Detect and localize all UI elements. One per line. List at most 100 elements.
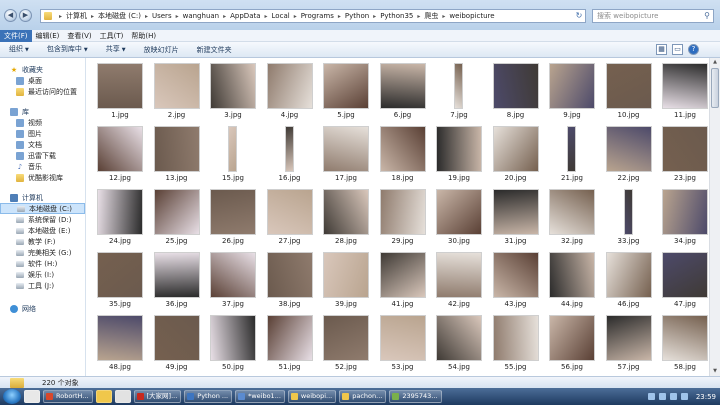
menu-help[interactable]: 帮助(H) (127, 30, 160, 42)
file-tile[interactable]: 1.jpg (91, 58, 149, 120)
organize-button[interactable]: 组织 ▼ (0, 41, 38, 58)
file-tile[interactable]: 28.jpg (317, 184, 375, 246)
nav-item-documents[interactable]: 文档 (0, 139, 85, 150)
taskbar-item[interactable]: *weibo1... (235, 390, 285, 403)
file-tile[interactable]: 48.jpg (91, 310, 149, 372)
file-tile[interactable]: 19.jpg (430, 121, 488, 183)
explorer-icon[interactable] (95, 390, 112, 403)
file-tile[interactable]: 5.jpg (317, 58, 375, 120)
file-tile[interactable]: 44.jpg (543, 247, 601, 309)
new-folder-button[interactable]: 新建文件夹 (188, 42, 241, 58)
help-icon[interactable]: ? (688, 44, 699, 55)
nav-network[interactable]: 网络 (0, 303, 85, 314)
file-tile[interactable]: 11.jpg (656, 58, 709, 120)
start-button[interactable] (3, 389, 21, 404)
taskbar-item[interactable]: 2395743... (389, 390, 442, 403)
file-tile[interactable]: 43.jpg (487, 247, 545, 309)
file-tile[interactable]: 39.jpg (317, 247, 375, 309)
file-tile[interactable]: 37.jpg (204, 247, 262, 309)
preview-pane-icon[interactable]: ▭ (672, 44, 683, 55)
file-tile[interactable]: 6.jpg (374, 58, 432, 120)
file-tile[interactable]: 58.jpg (656, 310, 709, 372)
nav-item-recent[interactable]: 最近访问的位置 (0, 86, 85, 97)
menu-tools[interactable]: 工具(T) (96, 30, 128, 42)
file-tile[interactable]: 32.jpg (543, 184, 601, 246)
scrollbar-thumb[interactable] (711, 68, 719, 108)
menu-file[interactable]: 文件(F) (0, 29, 32, 42)
nav-item-drive-e[interactable]: 本地磁盘 (E:) (0, 225, 85, 236)
file-tile[interactable]: 33.jpg (600, 184, 658, 246)
file-tile[interactable]: 56.jpg (543, 310, 601, 372)
breadcrumb-segment[interactable]: wanghuan (183, 12, 220, 20)
nav-item-pictures[interactable]: 图片 (0, 128, 85, 139)
breadcrumb-segment[interactable]: 本地磁盘 (C:) (98, 11, 141, 21)
taskbar-item[interactable]: pachon... (339, 390, 387, 403)
file-tile[interactable]: 47.jpg (656, 247, 709, 309)
nav-item-youku[interactable]: 优酷影视库 (0, 172, 85, 183)
file-tile[interactable]: 46.jpg (600, 247, 658, 309)
file-tile[interactable]: 16.jpg (261, 121, 319, 183)
nav-item-drive-j[interactable]: 工具 (J:) (0, 280, 85, 291)
ie-icon[interactable] (24, 390, 40, 403)
nav-item-drive-d[interactable]: 系统保留 (D:) (0, 214, 85, 225)
file-tile[interactable]: 42.jpg (430, 247, 488, 309)
file-tile[interactable]: 55.jpg (487, 310, 545, 372)
breadcrumb-segment[interactable]: Users (152, 12, 172, 20)
breadcrumb-segment[interactable]: Python (345, 12, 369, 20)
file-tile[interactable]: 53.jpg (374, 310, 432, 372)
nav-item-drive-c[interactable]: 本地磁盘 (C:) (0, 203, 85, 214)
nav-item-desktop[interactable]: 桌面 (0, 75, 85, 86)
menu-edit[interactable]: 编辑(E) (32, 30, 64, 42)
file-tile[interactable]: 57.jpg (600, 310, 658, 372)
nav-libraries[interactable]: 库 (0, 106, 85, 117)
file-tile[interactable]: 26.jpg (204, 184, 262, 246)
breadcrumb-segment[interactable]: Programs (301, 12, 334, 20)
breadcrumb-segment[interactable]: 爬虫 (424, 11, 438, 21)
scroll-up-icon[interactable]: ▲ (710, 58, 720, 67)
nav-item-drive-g[interactable]: 完美相关 (G:) (0, 247, 85, 258)
file-tile[interactable]: 35.jpg (91, 247, 149, 309)
file-tile[interactable]: 9.jpg (543, 58, 601, 120)
nav-item-drive-h[interactable]: 软件 (H:) (0, 258, 85, 269)
file-tile[interactable]: 18.jpg (374, 121, 432, 183)
file-tile[interactable]: 23.jpg (656, 121, 709, 183)
app-icon[interactable] (114, 390, 131, 403)
breadcrumb-segment[interactable]: weibopicture (449, 12, 494, 20)
back-button[interactable]: ◀ (4, 9, 17, 22)
breadcrumb[interactable]: ▸ 计算机 ▸ 本地磁盘 (C:) ▸ Users ▸ wanghuan ▸ AppDa… (40, 9, 586, 23)
taskbar-item[interactable]: [大家网]... (133, 390, 182, 403)
file-tile[interactable]: 20.jpg (487, 121, 545, 183)
file-tile[interactable]: 10.jpg (600, 58, 658, 120)
file-tile[interactable]: 54.jpg (430, 310, 488, 372)
file-tile[interactable]: 50.jpg (204, 310, 262, 372)
nav-item-music[interactable]: ♪ 音乐 (0, 161, 85, 172)
view-options-icon[interactable]: ▦ (656, 44, 667, 55)
file-tile[interactable]: 13.jpg (148, 121, 206, 183)
file-tile[interactable]: 22.jpg (600, 121, 658, 183)
file-tile[interactable]: 25.jpg (148, 184, 206, 246)
file-tile[interactable]: 41.jpg (374, 247, 432, 309)
breadcrumb-segment[interactable]: AppData (230, 12, 260, 20)
file-tile[interactable]: 17.jpg (317, 121, 375, 183)
breadcrumb-segment[interactable]: Local (272, 12, 290, 20)
share-button[interactable]: 共享 ▼ (97, 41, 135, 58)
refresh-icon[interactable]: ↻ (573, 10, 585, 22)
file-tile[interactable]: 3.jpg (204, 58, 262, 120)
volume-icon[interactable] (669, 393, 677, 400)
nav-favorites[interactable]: ★ 收藏夹 (0, 64, 85, 75)
nav-computer[interactable]: 计算机 (0, 192, 85, 203)
file-tile[interactable]: 36.jpg (148, 247, 206, 309)
nav-item-drive-f[interactable]: 教学 (F:) (0, 236, 85, 247)
nav-item-videos[interactable]: 视频 (0, 117, 85, 128)
file-tile[interactable]: 24.jpg (91, 184, 149, 246)
search-input[interactable]: 搜索 weibopicture ⚲ (592, 9, 714, 23)
file-tile[interactable]: 27.jpg (261, 184, 319, 246)
file-tile[interactable]: 34.jpg (656, 184, 709, 246)
taskbar-item[interactable]: RobortH... (43, 390, 93, 403)
slideshow-button[interactable]: 放映幻灯片 (135, 42, 188, 58)
taskbar-item[interactable]: weibopi... (287, 390, 337, 403)
file-tile[interactable]: 51.jpg (261, 310, 319, 372)
file-tile[interactable]: 38.jpg (261, 247, 319, 309)
nav-item-drive-i[interactable]: 娱乐 (I:) (0, 269, 85, 280)
scroll-down-icon[interactable]: ▼ (710, 367, 720, 376)
